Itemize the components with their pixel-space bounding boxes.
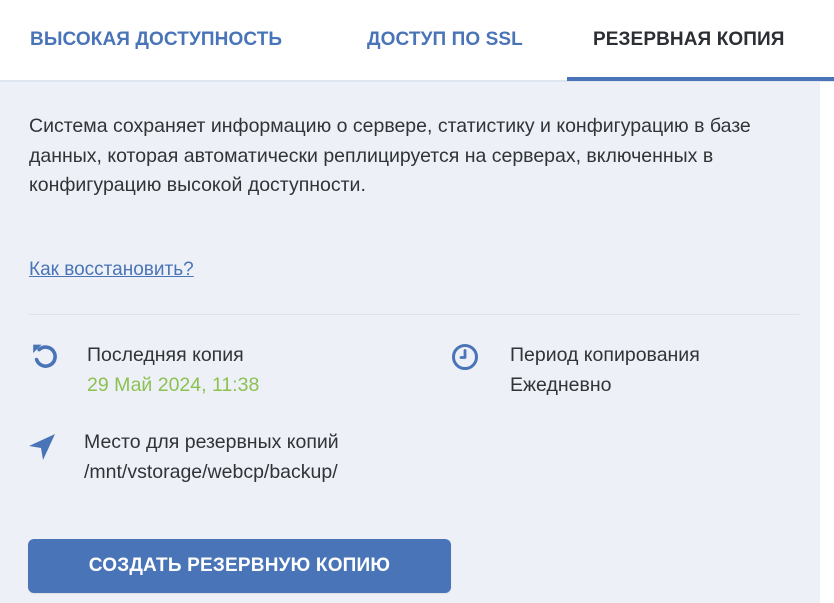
panel-edge — [820, 82, 834, 603]
backup-location-label: Место для резервных копий — [84, 431, 339, 453]
tab-bar: ВЫСОКАЯ ДОСТУПНОСТЬ ДОСТУП ПО SSL РЕЗЕРВ… — [0, 0, 834, 82]
backup-location-value: /mnt/vstorage/webcp/backup/ — [84, 461, 338, 483]
create-backup-button[interactable]: СОЗДАТЬ РЕЗЕРВНУЮ КОПИЮ — [28, 539, 451, 593]
last-backup-value: 29 Май 2024, 11:38 — [87, 374, 260, 396]
backup-period-label: Период копирования — [510, 344, 700, 366]
active-tab-indicator — [567, 77, 834, 81]
tab-ssl-access[interactable]: ДОСТУП ПО SSL — [367, 0, 523, 80]
section-divider — [29, 314, 799, 315]
tab-high-availability[interactable]: ВЫСОКАЯ ДОСТУПНОСТЬ — [30, 0, 282, 80]
backup-description: Система сохраняет информацию о сервере, … — [29, 115, 751, 196]
last-backup-label: Последняя копия — [87, 344, 244, 366]
location-arrow-icon — [27, 432, 57, 462]
tab-backup[interactable]: РЕЗЕРВНАЯ КОПИЯ — [593, 0, 785, 80]
restore-icon — [30, 340, 60, 370]
clock-icon — [450, 342, 480, 372]
how-to-restore-link[interactable]: Как восстановить? — [29, 259, 194, 281]
backup-period-value: Ежедневно — [510, 374, 612, 396]
